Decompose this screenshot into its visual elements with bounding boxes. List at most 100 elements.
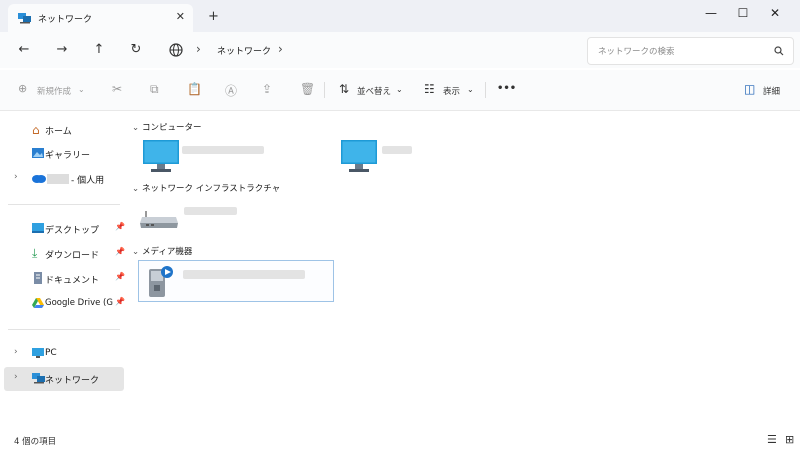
toolbar-divider [324, 82, 325, 98]
more-button[interactable]: ••• [497, 83, 516, 94]
cut-icon[interactable]: ✂ [112, 82, 122, 96]
details-button[interactable]: 詳細 [763, 85, 780, 97]
network-item-computer-1[interactable] [140, 138, 325, 174]
view-button[interactable]: 表示 [443, 85, 460, 97]
document-icon [34, 272, 42, 284]
group-label: メディア機器 [142, 247, 193, 257]
title-bar: ネットワーク ✕ + — ☐ ✕ [0, 0, 800, 32]
sidebar-item-label: ネットワーク [45, 376, 100, 386]
expand-chevron-icon[interactable]: › [14, 347, 18, 357]
details-pane-icon: ◫ [744, 82, 756, 96]
redacted-name [382, 146, 412, 154]
redacted-name [182, 146, 264, 154]
group-header-network-infrastructure[interactable]: ⌄ ネットワーク インフラストラクチャ [132, 182, 280, 194]
delete-icon[interactable]: 🗑 [300, 82, 315, 96]
network-item-router[interactable] [140, 199, 325, 235]
sidebar-item-label: ドキュメント [45, 276, 100, 286]
search-box[interactable]: ネットワークの検索 [587, 37, 794, 65]
view-icon: ☷ [424, 82, 435, 96]
toolbar-divider [485, 82, 486, 98]
download-icon: ⤓ [32, 246, 38, 260]
new-button[interactable]: 新規作成 [37, 85, 71, 97]
search-input[interactable]: ネットワークの検索 [598, 45, 675, 57]
redacted-name [184, 207, 237, 215]
details-view-icon[interactable]: ☰ [767, 433, 777, 446]
collapse-chevron-icon: ⌄ [132, 123, 140, 133]
back-button[interactable]: ← [13, 40, 35, 60]
paste-icon[interactable]: 📋 [187, 82, 202, 96]
network-item-media-device[interactable] [138, 260, 334, 302]
new-tab-button[interactable]: + [208, 9, 219, 24]
pin-icon: 📌 [115, 247, 125, 256]
breadcrumb-chevron[interactable]: › [278, 42, 283, 56]
sidebar-item-label: Google Drive (G [45, 298, 113, 308]
google-drive-icon [32, 298, 44, 308]
tab-close-icon[interactable]: ✕ [176, 10, 185, 23]
router-icon [140, 211, 178, 228]
sort-icon: ⇅ [339, 82, 350, 96]
sidebar-item-label: デスクトップ [45, 226, 100, 236]
sidebar-item-downloads[interactable]: ⤓ ダウンロード 📌 [4, 242, 125, 266]
tiles-view-icon[interactable]: ⊞ [785, 433, 794, 446]
expand-chevron-icon[interactable]: › [14, 172, 18, 182]
computer-monitor-icon [143, 140, 179, 172]
share-icon[interactable]: ⇪ [262, 82, 272, 96]
view-chevron-icon: ⌄ [467, 85, 474, 94]
group-header-media-devices[interactable]: ⌄ メディア機器 [132, 245, 192, 257]
pin-icon: 📌 [115, 222, 125, 231]
cloud-icon [32, 175, 46, 183]
sidebar-item-desktop[interactable]: デスクトップ 📌 [4, 217, 125, 241]
sidebar-item-documents[interactable]: ドキュメント 📌 [4, 267, 125, 291]
group-label: ネットワーク インフラストラクチャ [142, 184, 281, 194]
sidebar-item-gallery[interactable]: ギャラリー [4, 142, 124, 166]
globe-network-icon [169, 43, 183, 57]
sidebar-item-label: ダウンロード [45, 251, 100, 261]
group-label: コンピューター [142, 123, 202, 133]
search-icon [774, 46, 784, 56]
sort-chevron-icon: ⌄ [396, 85, 403, 94]
maximize-button[interactable]: ☐ [727, 6, 759, 20]
status-item-count: 4 個の項目 [14, 437, 57, 447]
breadcrumb-separator: › [196, 42, 201, 56]
rename-icon[interactable]: Ⓐ [225, 82, 237, 99]
sort-button[interactable]: 並べ替え [357, 85, 391, 97]
expand-chevron-icon[interactable]: › [14, 372, 18, 382]
forward-button[interactable]: → [51, 40, 73, 60]
sidebar-item-network[interactable]: › ネットワーク [4, 367, 124, 391]
tab-network[interactable]: ネットワーク ✕ [8, 4, 193, 32]
sidebar-item-label: ホーム [45, 127, 72, 137]
sidebar-item-home[interactable]: ⌂ ホーム [4, 118, 124, 142]
sidebar-item-label: ギャラリー [45, 151, 91, 161]
pin-icon: 📌 [115, 272, 125, 281]
sidebar-item-pc[interactable]: › PC [4, 342, 124, 366]
sidebar-divider [8, 204, 120, 205]
collapse-chevron-icon: ⌄ [132, 184, 140, 194]
refresh-button[interactable]: ↻ [125, 40, 147, 60]
sidebar-divider [8, 329, 120, 330]
group-header-computers[interactable]: ⌄ コンピューター [132, 121, 202, 133]
navigation-pane: ⌂ ホーム ギャラリー › - 個人用 デスクトップ 📌 ⤓ ダウンロード 📌 … [0, 111, 126, 431]
computer-monitor-icon [341, 140, 377, 172]
gallery-icon [32, 148, 44, 158]
desktop-icon [32, 223, 44, 233]
breadcrumb-network[interactable]: ネットワーク [217, 44, 271, 57]
sidebar-item-label: - 個人用 [71, 176, 105, 186]
address-bar[interactable]: › ネットワーク › [160, 38, 565, 62]
command-bar: ⊕ 新規作成 ⌄ ✂ ⧉ 📋 Ⓐ ⇪ 🗑 ⇅ 並べ替え ⌄ ☷ 表示 ⌄ •••… [0, 70, 800, 111]
home-icon: ⌂ [32, 123, 40, 137]
network-icon [18, 13, 31, 24]
pc-icon [32, 348, 44, 358]
new-icon: ⊕ [18, 82, 28, 95]
sidebar-item-onedrive[interactable]: › - 個人用 [4, 167, 124, 191]
redacted-name [183, 270, 305, 279]
redacted-name [47, 174, 69, 184]
close-button[interactable]: ✕ [759, 6, 791, 20]
network-item-computer-2[interactable] [338, 138, 523, 174]
network-icon [32, 373, 45, 384]
up-button[interactable]: ↑ [88, 40, 110, 60]
collapse-chevron-icon: ⌄ [132, 247, 140, 257]
minimize-button[interactable]: — [695, 6, 727, 20]
sidebar-item-google-drive[interactable]: Google Drive (G 📌 [4, 292, 125, 316]
copy-icon[interactable]: ⧉ [150, 82, 159, 97]
window-controls: — ☐ ✕ [695, 6, 791, 20]
